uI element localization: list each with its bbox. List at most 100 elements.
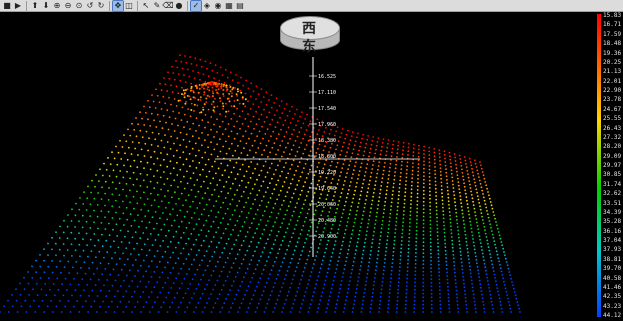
color-icon[interactable]: ◉ [213, 1, 223, 11]
point-cloud-canvas[interactable]: 16.52517.11017.54017.96018.38018.80019.2… [0, 12, 597, 321]
compass-dial[interactable]: 西 东 [280, 16, 340, 58]
cloud-point [190, 82, 193, 85]
cloud-point [456, 174, 459, 177]
cloud-point [249, 95, 252, 98]
cloud-point [398, 187, 401, 189]
grid-icon[interactable]: ▦ [224, 1, 234, 11]
cloud-point [456, 222, 459, 225]
cloud-point [462, 216, 464, 219]
chart-icon[interactable]: ▤ [235, 1, 245, 11]
cloud-point [451, 180, 454, 182]
cloud-point [403, 206, 406, 209]
cloud-point [342, 163, 345, 166]
cloud-point [339, 136, 341, 139]
cloud-point [208, 198, 211, 201]
cloud-point [389, 284, 392, 287]
cloud-point [90, 305, 93, 308]
cloud-point [395, 220, 398, 223]
cloud-point [480, 164, 482, 167]
cloud-point [314, 209, 317, 212]
cloud-point [234, 178, 237, 180]
rotate-left-icon[interactable]: ↺ [85, 1, 95, 11]
cloud-point [104, 204, 106, 207]
pan-icon[interactable]: ✥ [112, 0, 124, 12]
cloud-point [207, 75, 210, 78]
cloud-point [305, 216, 307, 219]
cloud-point [281, 170, 283, 173]
cloud-point [221, 102, 224, 105]
rotate-right-icon[interactable]: ↻ [96, 1, 106, 11]
cloud-point [353, 221, 356, 224]
cloud-point [349, 280, 351, 282]
cloud-point [415, 226, 418, 228]
check-icon[interactable]: ✓ [190, 0, 202, 12]
cloud-point [303, 266, 306, 269]
cloud-point [353, 299, 356, 302]
cloud-point [93, 300, 96, 303]
cloud-point [443, 150, 446, 153]
select-icon[interactable]: ◫ [124, 1, 134, 11]
cloud-point [134, 231, 137, 234]
cloud-point [417, 170, 420, 173]
cloud-point [352, 225, 355, 228]
cloud-point [231, 154, 234, 157]
cloud-point [483, 259, 485, 262]
cloud-point [194, 57, 197, 60]
pick-icon[interactable]: ↖ [141, 1, 151, 11]
zoom-out-icon[interactable]: ⊖ [63, 1, 73, 11]
cloud-point [389, 216, 391, 219]
erase-icon[interactable]: ⌫ [162, 1, 173, 11]
cloud-point [315, 283, 318, 286]
cloud-point [417, 166, 420, 169]
cloud-point [485, 269, 487, 272]
cloud-point [43, 311, 45, 313]
cloud-point [509, 274, 512, 277]
arrow-down-icon[interactable]: ⬇ [41, 1, 51, 11]
cloud-point [302, 152, 305, 155]
3d-point-cloud-view[interactable]: 16.525 17.110 17.540 17.960 18.380 18.800 19.2… [0, 12, 597, 321]
cloud-point [414, 288, 416, 291]
cloud-point [71, 208, 73, 211]
cloud-point [243, 206, 245, 209]
scale-label: 37.93 [603, 246, 622, 254]
zoom-fit-icon[interactable]: ⊙ [74, 1, 84, 11]
cloud-point [480, 212, 483, 215]
cloud-point [166, 261, 169, 264]
cloud-point [137, 253, 140, 256]
cloud-point [213, 148, 216, 151]
cloud-point [453, 261, 455, 263]
cloud-point [281, 311, 283, 313]
play-icon[interactable]: ▶ [13, 1, 23, 11]
cloud-point [225, 181, 228, 183]
cloud-point [472, 293, 475, 296]
cloud-point [366, 191, 369, 194]
cloud-point [215, 200, 218, 203]
cloud-point [101, 174, 104, 177]
layer-icon[interactable]: ◈ [202, 1, 212, 11]
cloud-point [415, 244, 417, 247]
cloud-point [393, 178, 396, 181]
arrow-up-icon[interactable]: ⬆ [30, 1, 40, 11]
cloud-point [140, 311, 142, 313]
cloud-point [208, 279, 211, 281]
axis-tick-label: 20.900 [318, 234, 336, 240]
cloud-point [439, 167, 442, 170]
cloud-point [341, 212, 344, 215]
cloud-point [440, 181, 443, 184]
stop-icon[interactable]: ■ [2, 1, 12, 11]
cloud-point [371, 295, 374, 298]
cloud-point [216, 91, 219, 94]
cloud-point [261, 153, 263, 156]
cloud-point [486, 213, 489, 216]
measure-icon[interactable]: ✎ [152, 1, 162, 11]
cloud-point [163, 171, 165, 173]
cloud-point [114, 199, 117, 202]
point-icon[interactable]: ● [174, 1, 184, 11]
cloud-point [275, 153, 277, 156]
cloud-point [238, 248, 241, 251]
cloud-point [167, 189, 169, 192]
cloud-point [422, 215, 425, 218]
cloud-point [387, 178, 390, 180]
axis-tick-label: 18.380 [318, 138, 336, 144]
zoom-in-icon[interactable]: ⊕ [52, 1, 62, 11]
